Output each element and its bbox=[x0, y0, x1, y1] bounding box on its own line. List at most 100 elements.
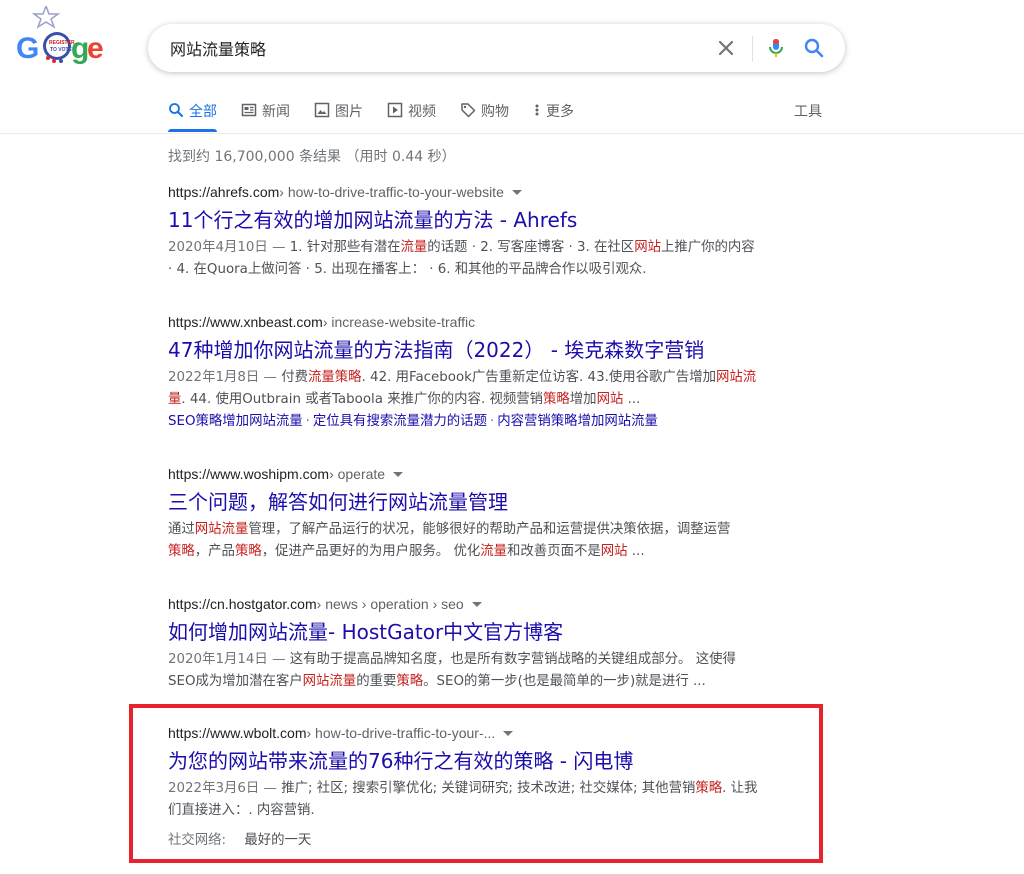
result-domain: https://www.xnbeast.com bbox=[168, 314, 323, 330]
sitelink[interactable]: 内容营销策略增加网站流量 bbox=[497, 414, 658, 429]
highlighted-term: 流量策略 bbox=[307, 370, 362, 385]
search-result-1: https://ahrefs.com › how-to-drive-traffi… bbox=[168, 182, 788, 281]
tools-button[interactable]: 工具 bbox=[794, 101, 822, 121]
sitelink-separator: · bbox=[489, 414, 495, 429]
result-snippet: 2020年1月14日 — 这有助于提高品牌知名度，也是所有数字营销战略的关键组成… bbox=[168, 649, 788, 693]
result-url[interactable]: https://www.woshipm.com › operate bbox=[168, 464, 788, 484]
video-icon bbox=[387, 102, 403, 118]
result-domain: https://www.woshipm.com bbox=[168, 466, 330, 482]
sitelink[interactable]: 定位具有搜索流量潜力的话题 bbox=[313, 414, 487, 429]
result-path: › news › operation › seo bbox=[316, 596, 464, 612]
snippet-line: 量. 44. 使用Outbrain 或者Taboola 来推广你的内容. 视频营… bbox=[168, 389, 788, 411]
tab-news[interactable]: 新闻 bbox=[241, 98, 290, 134]
snippet-line: 通过网站流量管理，了解产品运行的状况，能够很好的帮助产品和运营提供决策依据，调整… bbox=[168, 519, 788, 541]
sitelink[interactable]: SEO策略增加网站流量 bbox=[168, 414, 303, 429]
tab-label: 购物 bbox=[481, 104, 509, 120]
result-date: 2020年1月14日 — bbox=[168, 652, 290, 667]
google-doodle-icon: G REGISTER TO VOTE! g e bbox=[16, 3, 104, 65]
highlighted-term: 网站 bbox=[600, 544, 628, 559]
snippet-line: 策略，产品策略，促进产品更好的为用户服务。 优化流量和改善页面不是网站 ... bbox=[168, 541, 788, 563]
tag-icon bbox=[461, 103, 476, 118]
highlighted-term: 流量 bbox=[480, 544, 508, 559]
tab-label: 视频 bbox=[408, 104, 436, 120]
highlighted-term: 策略 bbox=[234, 544, 262, 559]
highlighted-term: 网站 bbox=[634, 240, 661, 255]
svg-text:G: G bbox=[16, 32, 39, 65]
clear-search-button[interactable] bbox=[714, 36, 738, 60]
result-snippet: 2022年1月8日 — 付费流量策略. 42. 用Facebook广告重新定位访… bbox=[168, 367, 788, 411]
search-divider bbox=[752, 36, 753, 62]
snippet-text: SEO成为增加潜在客户 bbox=[168, 674, 303, 689]
search-result-3: https://www.woshipm.com › operate 三个问题，解… bbox=[168, 464, 788, 563]
svg-text:e: e bbox=[87, 32, 104, 65]
search-tabs: 全部 新闻 图片 视频 购物 更多 bbox=[168, 98, 598, 134]
tab-label: 全部 bbox=[189, 104, 217, 120]
result-snippet: 通过网站流量管理，了解产品运行的状况，能够很好的帮助产品和运营提供决策依据，调整… bbox=[168, 519, 788, 563]
snippet-text: 管理，了解产品运行的状况，能够很好的帮助产品和运营提供决策依据，调整运营 bbox=[248, 522, 731, 537]
search-input[interactable] bbox=[170, 37, 690, 59]
snippet-text: 和改善页面不是 bbox=[507, 544, 601, 559]
result-domain: https://cn.hostgator.com bbox=[168, 596, 317, 612]
tab-shopping[interactable]: 购物 bbox=[460, 98, 509, 134]
snippet-line: 2022年1月8日 — 付费流量策略. 42. 用Facebook广告重新定位访… bbox=[168, 367, 788, 389]
close-icon bbox=[718, 40, 734, 56]
snippet-text: 这有助于提高品牌知名度，也是所有数字营销战略的关键组成部分。 这使得 bbox=[289, 652, 736, 667]
result-title[interactable]: 三个问题，解答如何进行网站流量管理 bbox=[168, 489, 788, 515]
snippet-text: 。SEO的第一步(也是最简单的一步)就是进行 ... bbox=[423, 674, 706, 689]
result-url[interactable]: https://www.xnbeast.com › increase-websi… bbox=[168, 312, 788, 332]
snippet-text: . 42. 用Facebook广告重新定位访客. 43.使用谷歌广告增加 bbox=[361, 370, 716, 385]
highlighted-term: 流量 bbox=[400, 240, 428, 255]
result-title[interactable]: 11个行之有效的增加网站流量的方法 - Ahrefs bbox=[168, 207, 788, 233]
snippet-text: 上推广你的内容 bbox=[660, 240, 755, 255]
search-button[interactable] bbox=[802, 36, 826, 60]
snippet-text: 付费 bbox=[281, 370, 308, 385]
snippet-line: 2020年4月10日 — 1. 针对那些有潜在流量的话题 · 2. 写客座博客 … bbox=[168, 237, 788, 259]
search-icon bbox=[804, 38, 824, 58]
result-url[interactable]: https://ahrefs.com › how-to-drive-traffi… bbox=[168, 182, 788, 202]
snippet-text: 的话题 · 2. 写客座博客 · 3. 在社区 bbox=[427, 240, 635, 255]
more-vert-icon bbox=[535, 104, 539, 116]
result-url[interactable]: https://cn.hostgator.com › news › operat… bbox=[168, 594, 788, 614]
result-stats: 找到约 16,700,000 条结果 （用时 0.44 秒） bbox=[168, 149, 456, 165]
highlighted-term: 策略 bbox=[543, 392, 570, 407]
result-path: › increase-website-traffic bbox=[322, 314, 476, 330]
result-title[interactable]: 47种增加你网站流量的方法指南（2022） - 埃克森数字营销 bbox=[168, 337, 788, 363]
snippet-text: ，促进产品更好的为用户服务。 优化 bbox=[261, 544, 481, 559]
tab-label: 更多 bbox=[546, 104, 574, 120]
annotation-highlight-box bbox=[129, 704, 823, 863]
highlighted-term: 策略 bbox=[168, 544, 195, 559]
sitelink-separator: · bbox=[305, 414, 310, 429]
google-logo[interactable]: G REGISTER TO VOTE! g e bbox=[14, 3, 104, 68]
snippet-line: SEO成为增加潜在客户网站流量的重要策略。SEO的第一步(也是最简单的一步)就是… bbox=[168, 671, 788, 693]
voice-search-button[interactable] bbox=[764, 36, 788, 60]
tab-label: 图片 bbox=[335, 104, 363, 120]
snippet-text: ... bbox=[623, 392, 641, 407]
result-date: 2022年1月8日 — bbox=[168, 370, 282, 385]
snippet-text: 的重要 bbox=[356, 674, 397, 689]
caret-down-icon[interactable] bbox=[511, 189, 522, 195]
result-domain: https://ahrefs.com bbox=[168, 184, 280, 200]
snippet-line: · 4. 在Quora上做问答 · 5. 出现在播客上： · 6. 和其他的平品… bbox=[168, 259, 788, 281]
result-snippet: 2020年4月10日 — 1. 针对那些有潜在流量的话题 · 2. 写客座博客 … bbox=[168, 237, 788, 281]
snippet-text: ，产品 bbox=[194, 544, 235, 559]
highlighted-term: 量 bbox=[168, 392, 182, 407]
result-path: › how-to-drive-traffic-to-your-website bbox=[279, 184, 504, 200]
tab-images[interactable]: 图片 bbox=[314, 98, 363, 134]
result-date: 2020年4月10日 — bbox=[168, 240, 290, 255]
snippet-text: · 4. 在Quora上做问答 · 5. 出现在播客上： · 6. 和其他的平品… bbox=[168, 262, 647, 277]
snippet-line: 2020年1月14日 — 这有助于提高品牌知名度，也是所有数字营销战略的关键组成… bbox=[168, 649, 788, 671]
tab-label: 新闻 bbox=[262, 104, 290, 120]
tab-more[interactable]: 更多 bbox=[533, 98, 574, 134]
search-box bbox=[148, 24, 845, 72]
tab-all[interactable]: 全部 bbox=[168, 98, 217, 134]
highlighted-term: 网站 bbox=[596, 392, 624, 407]
result-title[interactable]: 如何增加网站流量- HostGator中文官方博客 bbox=[168, 619, 788, 645]
highlighted-term: 网站流量 bbox=[194, 522, 249, 537]
caret-down-icon[interactable] bbox=[393, 471, 404, 477]
caret-down-icon[interactable] bbox=[471, 601, 482, 607]
image-icon bbox=[314, 102, 330, 118]
highlighted-term: 网站流 bbox=[715, 370, 757, 385]
search-result-4: https://cn.hostgator.com › news › operat… bbox=[168, 594, 788, 693]
snippet-text: 1. 针对那些有潜在 bbox=[289, 240, 401, 255]
tab-videos[interactable]: 视频 bbox=[387, 98, 436, 134]
